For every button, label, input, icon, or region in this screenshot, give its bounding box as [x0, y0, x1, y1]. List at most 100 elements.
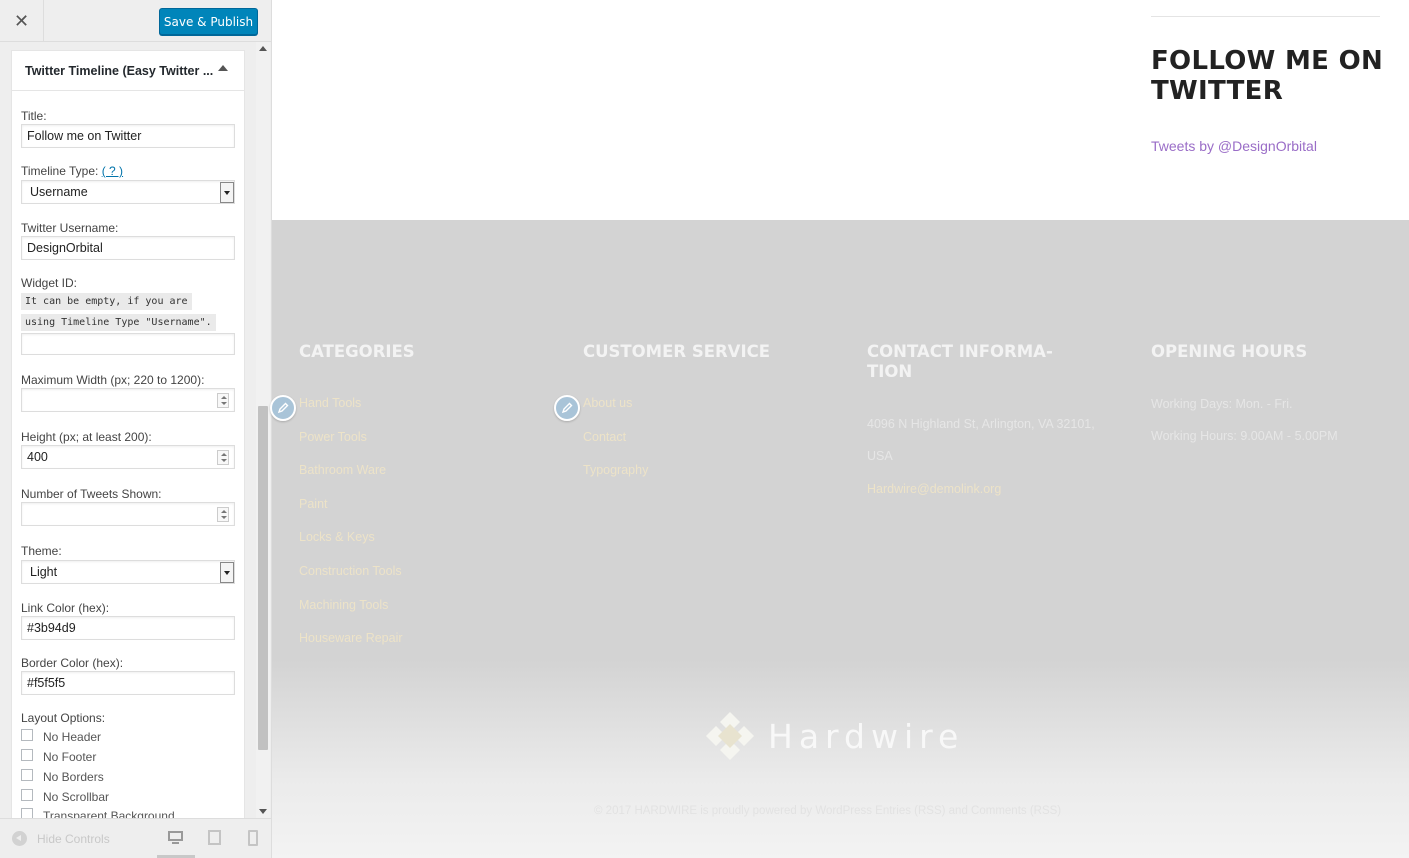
footer-link[interactable]: Paint	[299, 497, 328, 511]
username-field-value: DesignOrbital	[27, 241, 103, 255]
copyright-text: © 2017 HARDWIRE is proudly powered by Wo…	[594, 805, 1062, 817]
checkbox[interactable]	[21, 789, 33, 801]
link-color-label: Link Color (hex):	[21, 601, 110, 615]
logo-text: Hardwire	[768, 716, 965, 756]
working-days: Working Days: Mon. - Fri.	[1151, 397, 1293, 411]
footer-link[interactable]: Contact	[583, 430, 626, 444]
link-color-field[interactable]: #3b94d9	[21, 616, 235, 640]
customizer-sidebar: ✕ Save & Publish Twitter Timeline (Easy …	[0, 0, 272, 858]
scrollbar-thumb[interactable]	[258, 406, 268, 750]
checkbox-no-footer[interactable]: No Footer	[21, 748, 96, 766]
scroll-down-arrow-icon[interactable]	[259, 809, 267, 814]
footer-link[interactable]: Bathroom Ware	[299, 463, 386, 477]
contact-email-link[interactable]: Hardwire@demolink.org	[867, 482, 1001, 496]
spinner-icon[interactable]	[217, 507, 229, 522]
tablet-icon[interactable]	[206, 830, 224, 846]
checkbox-no-scrollbar[interactable]: No Scrollbar	[21, 788, 109, 806]
scroll-up-arrow-icon[interactable]	[259, 46, 267, 51]
border-color-label: Border Color (hex):	[21, 656, 124, 670]
contact-address: 4096 N Highland St, Arlington, VA 32101,	[867, 417, 1095, 431]
timeline-type-value: Username	[30, 185, 88, 199]
checkbox-label: No Footer	[43, 750, 97, 764]
footer-link[interactable]: Construction Tools	[299, 564, 402, 578]
theme-value: Light	[30, 565, 58, 579]
height-field[interactable]: 400	[21, 445, 235, 469]
title-field-value: Follow me on Twitter	[27, 129, 142, 143]
site-logo[interactable]: Hardwire	[704, 710, 964, 762]
footer-link[interactable]: Hand Tools	[299, 396, 361, 410]
edit-pencil-icon[interactable]	[270, 395, 296, 421]
customizer-header: ✕ Save & Publish	[0, 0, 271, 42]
footer-link[interactable]: About us	[583, 396, 632, 410]
timeline-type-select[interactable]: Username	[21, 180, 235, 204]
title-label: Title:	[21, 109, 47, 123]
contact-address-country: USA	[867, 449, 893, 463]
height-label: Height (px; at least 200):	[21, 430, 152, 444]
spinner-icon[interactable]	[217, 450, 229, 465]
tweets-shown-label: Number of Tweets Shown:	[21, 487, 162, 501]
site-footer: CATEGORIES Hand Tools Power Tools Bathro…	[270, 220, 1409, 858]
checkbox[interactable]	[21, 769, 33, 781]
dropdown-arrow-icon[interactable]	[220, 562, 234, 583]
checkbox[interactable]	[21, 749, 33, 761]
layout-options-label: Layout Options:	[21, 711, 106, 725]
desktop-icon[interactable]	[167, 830, 185, 846]
hide-controls-button[interactable]: Hide Controls	[12, 831, 110, 846]
max-width-field[interactable]	[21, 388, 235, 412]
sidebar-scrollbar[interactable]	[256, 42, 270, 818]
checkbox-label: No Header	[43, 730, 102, 744]
customer-service-heading: CUSTOMER SERVICE	[583, 342, 770, 361]
footer-link[interactable]: Locks & Keys	[299, 530, 375, 544]
theme-select[interactable]: Light	[21, 560, 235, 584]
widget-id-hint-line-2: using Timeline Type "Username".	[21, 314, 216, 331]
save-publish-button[interactable]: Save & Publish	[159, 8, 258, 35]
contact-heading-line-2: TION	[867, 362, 913, 381]
footer-link[interactable]: Typography	[583, 463, 648, 477]
footer-link[interactable]: Machining Tools	[299, 598, 388, 612]
contact-heading-line-1: CONTACT INFORMA-	[867, 342, 1053, 361]
username-label: Twitter Username:	[21, 221, 119, 235]
spinner-icon[interactable]	[217, 393, 229, 408]
tweets-shown-field[interactable]	[21, 502, 235, 526]
footer-link[interactable]: Houseware Repair	[299, 631, 403, 645]
checkbox-no-header[interactable]: No Header	[21, 728, 101, 746]
widget-title: Twitter Timeline (Easy Twitter ...	[25, 64, 214, 78]
theme-label: Theme:	[21, 544, 62, 558]
mobile-icon[interactable]	[246, 830, 264, 846]
twitter-widget-heading: FOLLOW ME ON TWITTER	[1151, 46, 1384, 106]
site-preview: FOLLOW ME ON TWITTER Tweets by @DesignOr…	[270, 0, 1409, 858]
collapse-arrow-icon[interactable]	[218, 65, 228, 71]
contact-heading: CONTACT INFORMA- TION	[867, 342, 1077, 382]
timeline-type-help-link[interactable]: ( ? )	[102, 164, 123, 178]
title-field[interactable]: Follow me on Twitter	[21, 124, 235, 148]
checkbox[interactable]	[21, 729, 33, 741]
content-area: FOLLOW ME ON TWITTER Tweets by @DesignOr…	[272, 0, 1409, 220]
collapse-left-icon	[12, 831, 27, 846]
dropdown-arrow-icon[interactable]	[220, 182, 234, 203]
hide-controls-label: Hide Controls	[37, 831, 110, 846]
height-field-value: 400	[27, 450, 48, 464]
footer-link[interactable]: Power Tools	[299, 430, 367, 444]
checkbox-label: No Scrollbar	[43, 790, 110, 804]
max-width-label: Maximum Width (px; 220 to 1200):	[21, 373, 205, 387]
link-color-field-value: #3b94d9	[27, 621, 76, 635]
close-icon[interactable]: ✕	[0, 0, 44, 42]
opening-hours-heading: OPENING HOURS	[1151, 342, 1308, 361]
border-color-field-value: #f5f5f5	[27, 676, 66, 690]
widget-panel: Twitter Timeline (Easy Twitter ... Title…	[11, 50, 245, 820]
tweets-by-link[interactable]: Tweets by @DesignOrbital	[1151, 138, 1317, 154]
working-hours: Working Hours: 9.00AM - 5.00PM	[1151, 429, 1338, 443]
categories-heading: CATEGORIES	[299, 342, 415, 361]
timeline-type-label-text: Timeline Type:	[21, 164, 99, 178]
widget-divider	[1151, 16, 1380, 17]
username-field[interactable]: DesignOrbital	[21, 236, 235, 260]
border-color-field[interactable]: #f5f5f5	[21, 671, 235, 695]
checkbox-label: No Borders	[43, 770, 104, 784]
widget-id-hint-line-1: It can be empty, if you are	[21, 293, 192, 310]
widget-id-label: Widget ID:	[21, 276, 78, 290]
edit-pencil-icon[interactable]	[554, 395, 580, 421]
timeline-type-label: Timeline Type: ( ? )	[21, 164, 123, 178]
widget-title-bar[interactable]: Twitter Timeline (Easy Twitter ...	[12, 51, 244, 91]
checkbox-no-borders[interactable]: No Borders	[21, 768, 104, 786]
widget-id-field[interactable]	[21, 333, 235, 355]
